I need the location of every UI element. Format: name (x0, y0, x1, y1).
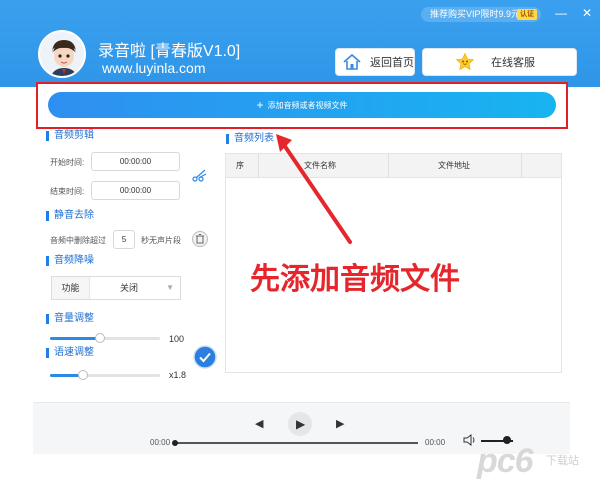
section-silence: 静音去除 (46, 211, 94, 221)
add-file-button[interactable]: + 添加音频或者视频文件 (48, 92, 556, 118)
volume-slider-fill (50, 337, 100, 340)
watermark-subtitle: 下载站 (546, 455, 579, 467)
home-icon (343, 53, 361, 70)
minimize-button[interactable]: — (554, 6, 568, 20)
home-button[interactable]: 返回首页 (335, 48, 415, 76)
speed-slider-knob[interactable] (78, 370, 88, 380)
app-title: 录音啦 [青春版V1.0] (98, 43, 241, 60)
plus-icon: + (256, 98, 264, 112)
column-index: 序 (236, 161, 244, 170)
progress-knob[interactable] (172, 440, 178, 446)
progress-bar[interactable] (172, 440, 418, 446)
watermark-logo: pc6 (477, 442, 534, 480)
time-start: 00:00 (150, 438, 171, 447)
star-icon (455, 52, 475, 71)
next-button[interactable]: ▶ (336, 417, 344, 430)
scissors-icon[interactable] (192, 168, 208, 182)
column-divider (388, 154, 389, 178)
service-button[interactable]: 在线客服 (422, 48, 577, 76)
column-divider (521, 154, 522, 178)
chevron-down-icon: ▼ (166, 283, 174, 292)
trash-icon[interactable] (192, 230, 208, 248)
silence-seconds-input[interactable]: 5 (113, 230, 135, 249)
volume-slider[interactable] (50, 333, 160, 343)
end-time-input[interactable]: 00:00:00 (91, 181, 180, 200)
section-volume: 音量调整 (46, 314, 94, 324)
vip-promo-text[interactable]: 推荐购买VIP限时9.9元 (430, 9, 520, 19)
annotation-text: 先添加音频文件 (250, 263, 460, 296)
column-filepath: 文件地址 (438, 161, 470, 170)
app-url[interactable]: www.luyinla.com (102, 60, 205, 76)
vip-promo[interactable]: 推荐购买VIP限时9.9元 认证 (421, 7, 541, 22)
service-button-label: 在线客服 (491, 57, 535, 69)
section-audio-edit: 音频剪辑 (46, 131, 94, 141)
volume-icon[interactable] (462, 433, 478, 447)
silence-suffix: 秒无声片段 (141, 236, 181, 245)
avatar (38, 30, 86, 78)
column-divider (258, 154, 259, 178)
section-audio-list: 音频列表 (226, 134, 274, 144)
annotation-arrow (276, 134, 352, 244)
volume-slider-knob[interactable] (94, 333, 105, 343)
play-button[interactable]: ▶ (288, 412, 312, 436)
speed-value: x1.8 (169, 370, 187, 380)
add-file-label: 添加音频或者视频文件 (267, 100, 348, 110)
prev-button[interactable]: ◀ (255, 417, 263, 430)
section-denoise: 音频降噪 (46, 256, 94, 266)
vip-badge: 认证 (517, 9, 537, 20)
speed-slider[interactable] (50, 370, 160, 380)
silence-prefix: 音频中删除超过 (50, 236, 106, 245)
denoise-select[interactable]: 功能 关闭 ▼ (51, 276, 181, 300)
confirm-icon[interactable] (193, 345, 217, 369)
play-icon: ▶ (296, 417, 306, 431)
end-time-label: 结束时间: (50, 187, 85, 196)
start-time-label: 开始时间: (50, 158, 85, 167)
start-time-input[interactable]: 00:00:00 (91, 152, 180, 171)
section-speed: 语速调整 (46, 348, 94, 358)
close-button[interactable]: ✕ (580, 6, 594, 20)
denoise-func-value: 关闭 (120, 283, 139, 293)
volume-value: 100 (169, 334, 185, 344)
time-end: 00:00 (425, 438, 446, 447)
home-button-label: 返回首页 (370, 57, 414, 69)
denoise-func-label: 功能 (52, 277, 90, 299)
